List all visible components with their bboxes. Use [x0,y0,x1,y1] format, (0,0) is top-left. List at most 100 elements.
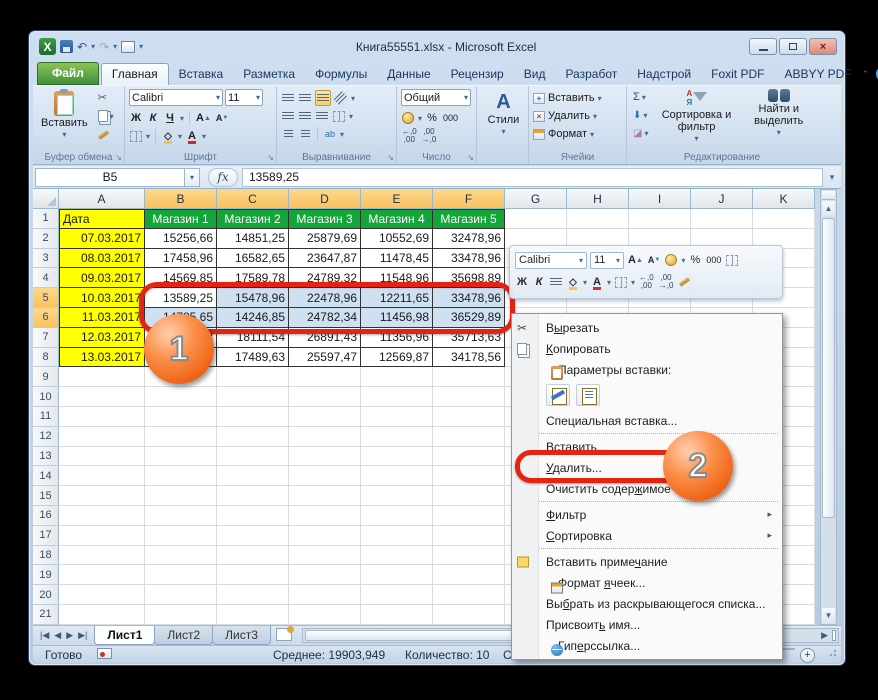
cell[interactable] [433,585,505,605]
find-select-button[interactable]: Найти и выделить▾ [743,89,815,148]
shrink-font-button[interactable]: А▼ [215,110,229,126]
row-header-16[interactable]: 16 [33,506,59,526]
column-header-H[interactable]: H [567,189,629,209]
row-header-13[interactable]: 13 [33,447,59,467]
cell[interactable]: 08.03.2017 [59,249,145,269]
merge-center-button[interactable] [332,108,346,124]
cell[interactable] [59,585,145,605]
mini-shrink-font-button[interactable]: А▼ [647,252,661,268]
ribbon-tab-Файл[interactable]: Файл [37,62,99,85]
column-header-E[interactable]: E [361,189,433,209]
menu-item-filter[interactable]: Фильтр▸ [512,504,782,525]
last-sheet-icon[interactable]: ▶| [78,630,87,641]
menu-item-hyperlink[interactable]: Гиперссылка... [512,635,782,656]
cell[interactable] [145,546,217,566]
row-header-18[interactable]: 18 [33,546,59,566]
column-header-C[interactable]: C [217,189,289,209]
cell[interactable] [59,565,145,585]
increase-decimal-button[interactable]: ←,0,00 [401,128,418,144]
cell[interactable] [217,565,289,585]
cell[interactable]: Магазин 5 [433,209,505,229]
mini-format-painter-button[interactable] [677,274,691,290]
cell[interactable] [289,447,361,467]
cell[interactable] [59,546,145,566]
cell[interactable] [59,486,145,506]
cell[interactable] [361,506,433,526]
row-header-21[interactable]: 21 [33,605,59,625]
mini-accounting-button[interactable] [664,252,678,268]
cell[interactable] [217,585,289,605]
mini-thousands-button[interactable]: 000 [705,252,722,268]
fx-button[interactable]: fx [208,168,238,187]
column-header-G[interactable]: G [505,189,567,209]
row-header-12[interactable]: 12 [33,427,59,447]
percent-button[interactable]: % [425,110,439,126]
sheet-nav-buttons[interactable]: |◀ ◀ ▶ ▶| [33,626,94,645]
column-header-I[interactable]: I [629,189,691,209]
cell[interactable] [145,506,217,526]
ribbon-tab-Вид[interactable]: Вид [514,64,556,85]
print-preview-icon[interactable] [121,41,135,53]
cell[interactable] [289,605,361,625]
cell[interactable]: 16582,65 [217,249,289,269]
row-header-1[interactable]: 1 [33,209,59,229]
menu-item-copy[interactable]: Копировать [512,338,782,359]
cell[interactable] [59,367,145,387]
insert-cells-button[interactable]: +Вставить▾ [533,89,624,107]
increase-indent-button[interactable] [298,126,312,142]
ribbon-tab-Надстрой[interactable]: Надстрой [627,64,701,85]
menu-item-paste-special[interactable]: Специальная вставка... [512,410,782,431]
cell[interactable] [145,585,217,605]
cell[interactable] [361,565,433,585]
clear-button[interactable]: ◪▾ [631,125,650,141]
name-box-dropdown-icon[interactable]: ▾ [185,168,200,187]
cell[interactable] [145,447,217,467]
cell[interactable] [145,526,217,546]
column-header-A[interactable]: A [59,189,145,209]
align-center-button[interactable] [298,108,312,124]
row-header-8[interactable]: 8 [33,348,59,368]
restore-button[interactable] [779,38,807,55]
cell[interactable] [361,486,433,506]
cell[interactable]: 25879,69 [289,229,361,249]
redo-icon[interactable]: ↷ [99,40,109,54]
cell[interactable]: 25597,47 [289,348,361,368]
mini-borders-button[interactable] [614,274,628,290]
cell[interactable] [289,387,361,407]
zoom-in-icon[interactable]: + [800,648,815,663]
cell[interactable] [145,466,217,486]
cell[interactable] [361,585,433,605]
column-header-K[interactable]: K [753,189,815,209]
thousands-button[interactable]: 000 [442,110,459,126]
menu-item-define-name[interactable]: Присвоить имя... [512,614,782,635]
cell[interactable]: 23647,87 [289,249,361,269]
cell[interactable] [217,506,289,526]
row-header-11[interactable]: 11 [33,407,59,427]
cell[interactable] [433,367,505,387]
dialog-launcher-icon[interactable]: ↘ [115,154,122,162]
mini-decrease-decimal-button[interactable]: ,00→,0 [658,274,675,290]
cell[interactable] [217,367,289,387]
align-middle-button[interactable] [298,90,312,106]
cell[interactable]: 11.03.2017 [59,308,145,328]
mini-font-size-select[interactable]: 11▾ [590,252,624,269]
mini-percent-button[interactable]: % [688,252,702,268]
sheet-tab-Лист3[interactable]: Лист3 [212,626,271,645]
mini-bold-button[interactable]: Ж [515,274,529,290]
cell[interactable]: 07.03.2017 [59,229,145,249]
vertical-scrollbar[interactable]: ▲ ▼ [820,189,837,625]
wrap-text-button[interactable]: ab [323,126,337,142]
cell[interactable] [59,506,145,526]
cell[interactable] [433,526,505,546]
menu-item-insert-comment[interactable]: Вставить примечание [512,551,782,572]
row-header-9[interactable]: 9 [33,367,59,387]
cell[interactable] [433,447,505,467]
row-header-2[interactable]: 2 [33,229,59,249]
save-icon[interactable] [60,40,73,53]
decrease-decimal-button[interactable]: ,00→,0 [421,128,438,144]
ribbon-tab-ABBYY PDF[interactable]: ABBYY PDF [774,64,861,85]
align-left-button[interactable] [281,108,295,124]
cell[interactable]: 10552,69 [361,229,433,249]
column-header-B[interactable]: B [145,189,217,209]
cell[interactable] [433,605,505,625]
